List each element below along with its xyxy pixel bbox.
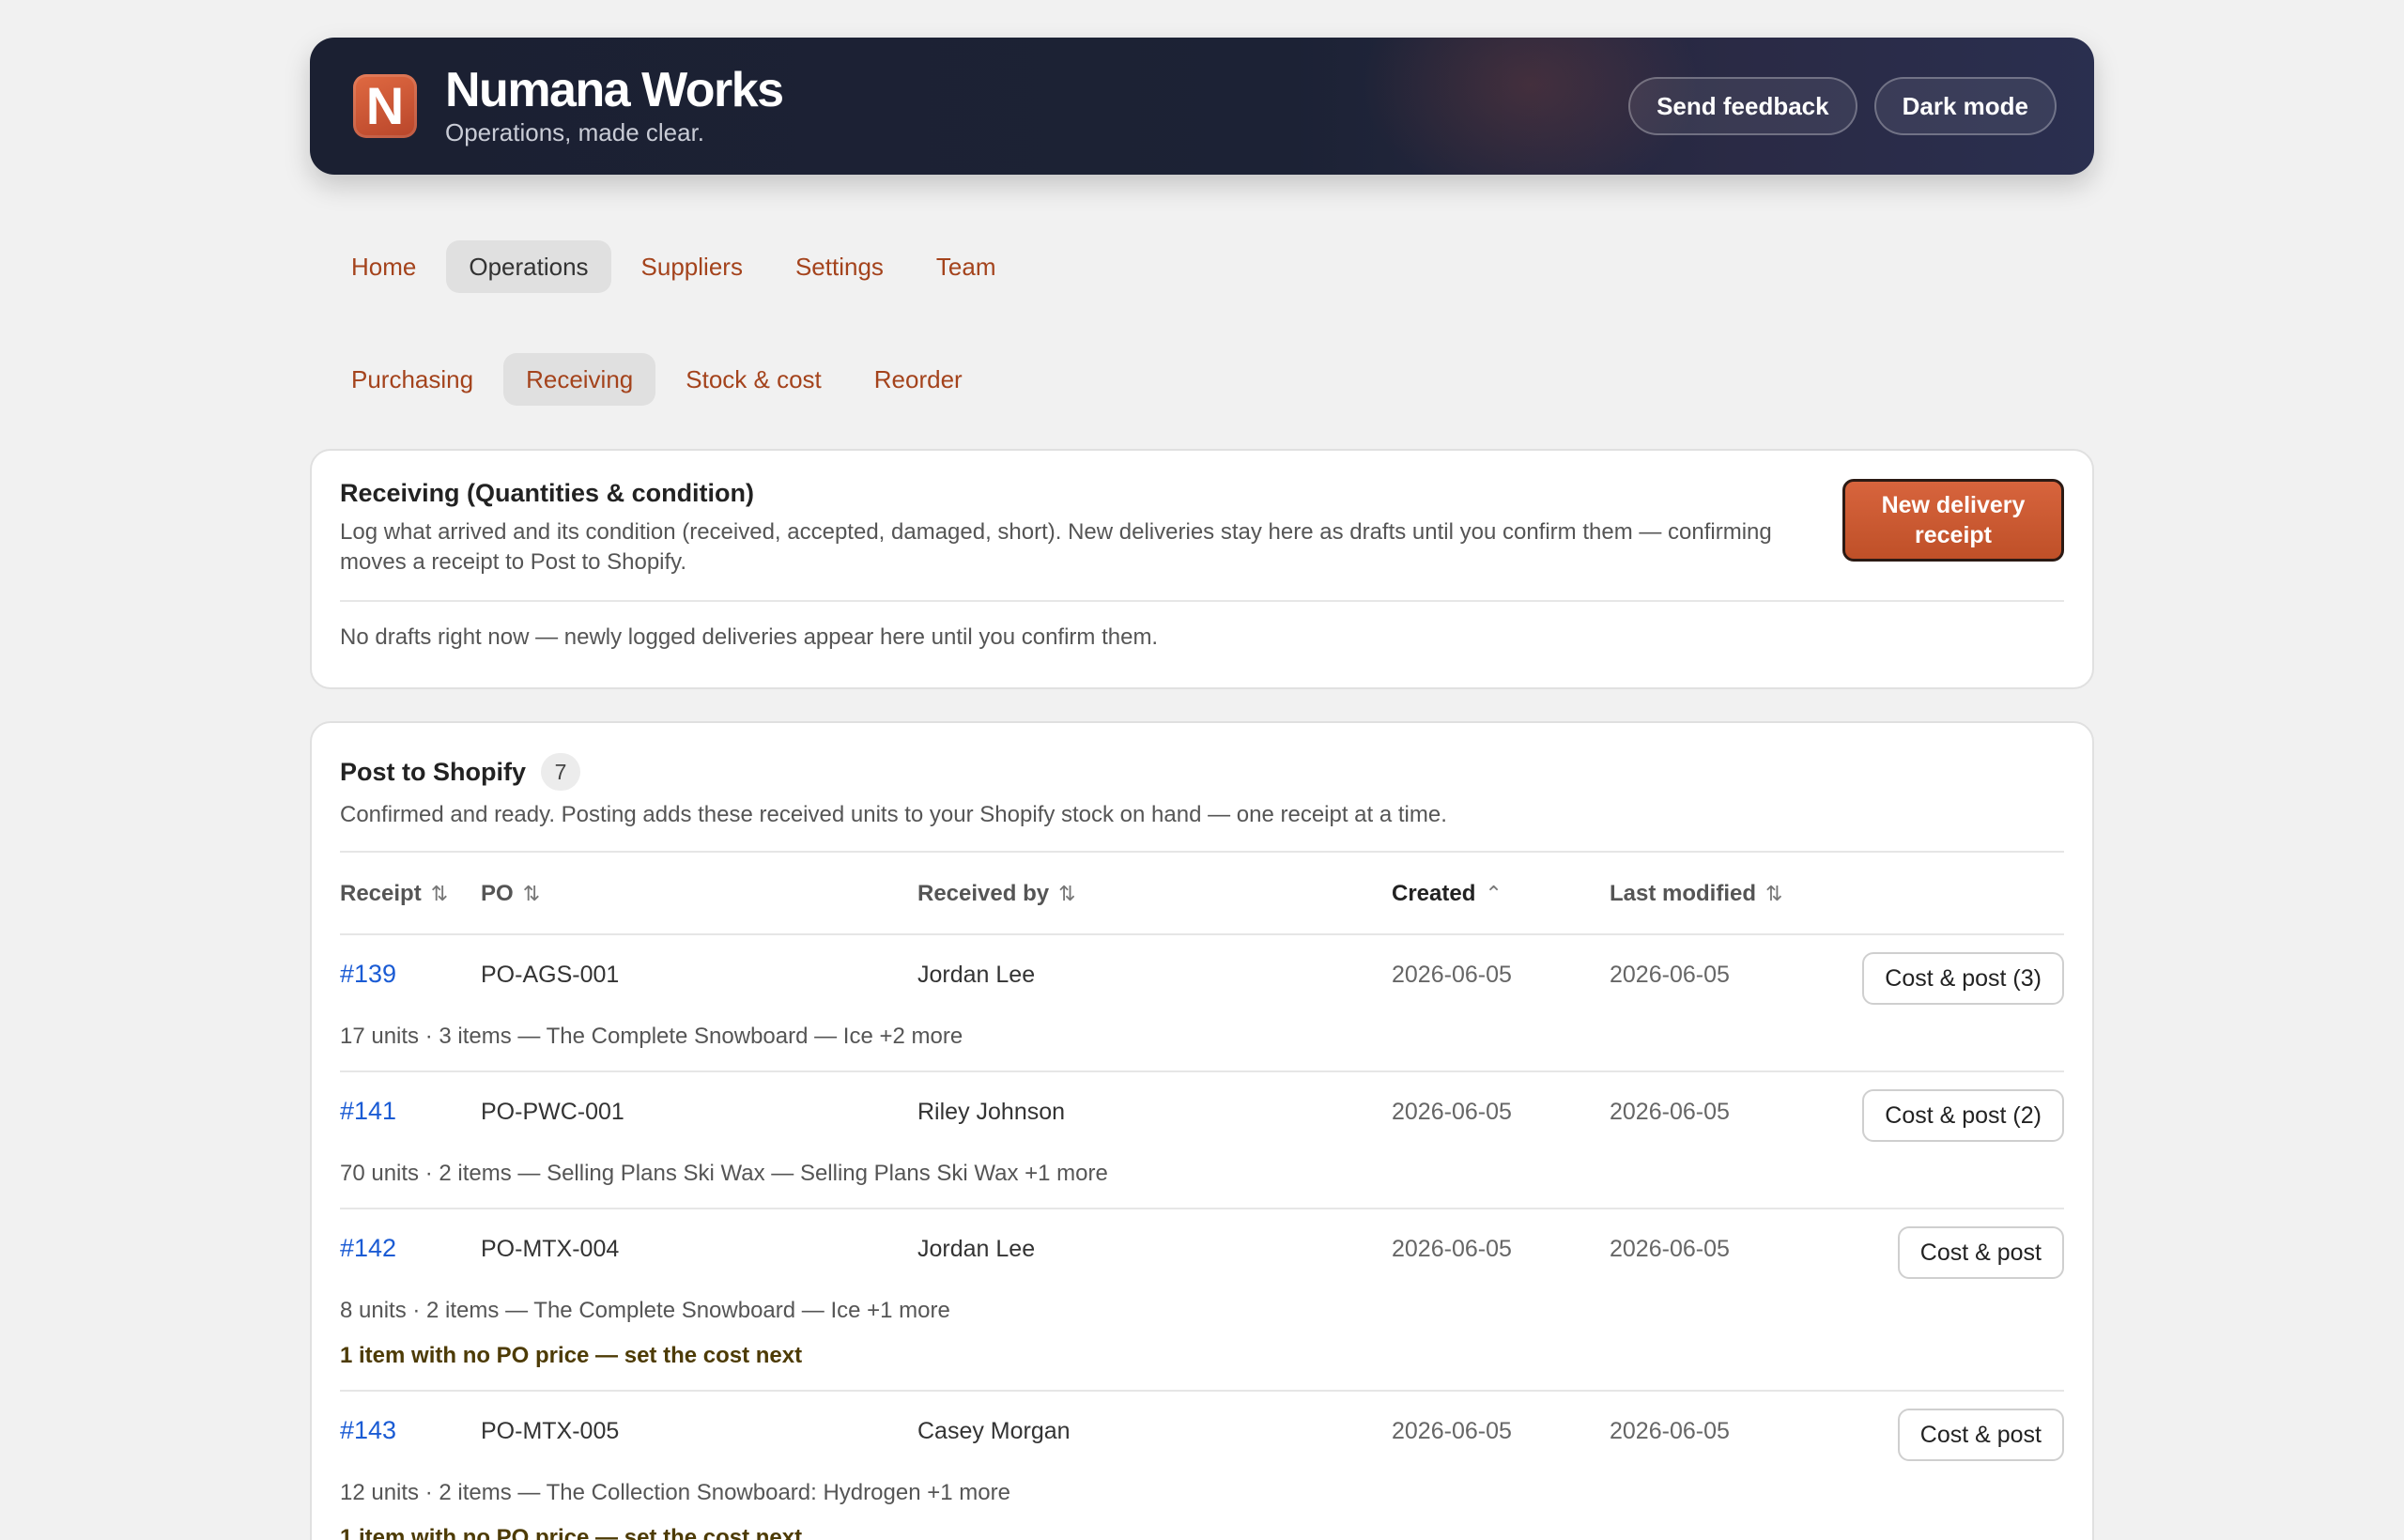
receiving-title: Receiving (Quantities & condition)	[340, 479, 755, 507]
nav-team[interactable]: Team	[914, 240, 1019, 293]
cost-post-button[interactable]: Cost & post (2)	[1862, 1089, 2064, 1142]
brand: Numana Works Operations, made clear.	[445, 63, 784, 147]
modified-date: 2026-06-05	[1610, 962, 1730, 988]
created-date: 2026-06-05	[1392, 1418, 1512, 1444]
post-to-shopify-card: Post to Shopify 7 Confirmed and ready. P…	[310, 721, 2094, 1540]
subnav-purchasing[interactable]: Purchasing	[329, 353, 496, 406]
receiving-description: Log what arrived and its condition (rece…	[340, 519, 1772, 575]
sort-updown-icon: ⇅	[522, 882, 541, 905]
po-number: PO-MTX-005	[481, 1418, 620, 1444]
missing-cost-warning: 1 item with no PO price — set the cost n…	[340, 1525, 803, 1540]
nav-home[interactable]: Home	[329, 240, 439, 293]
table-header: Receipt ⇅ PO ⇅ Received by ⇅ Created ⌃ L…	[340, 853, 2064, 935]
cost-post-button[interactable]: Cost & post (3)	[1862, 952, 2064, 1005]
receipt-link[interactable]: #139	[340, 960, 396, 989]
received-by: Casey Morgan	[917, 1418, 1071, 1444]
cost-post-button[interactable]: Cost & post	[1897, 1226, 2064, 1279]
created-date: 2026-06-05	[1392, 1099, 1512, 1125]
receiving-card: Receiving (Quantities & condition) Log w…	[310, 449, 2094, 689]
subnav-reorder[interactable]: Reorder	[852, 353, 985, 406]
post-title: Post to Shopify	[340, 757, 526, 786]
app-name: Numana Works	[445, 63, 784, 118]
row-summary: 70 units · 2 items — Selling Plans Ski W…	[340, 1161, 1108, 1186]
col-po-header[interactable]: PO ⇅	[481, 881, 540, 907]
nav-operations[interactable]: Operations	[446, 240, 611, 293]
receipt-link[interactable]: #143	[340, 1416, 396, 1445]
count-badge: 7	[541, 753, 580, 791]
sort-asc-icon: ⌃	[1485, 882, 1502, 905]
received-by: Riley Johnson	[917, 1099, 1066, 1125]
created-date: 2026-06-05	[1392, 1236, 1512, 1262]
po-number: PO-AGS-001	[481, 962, 620, 988]
row-summary: 12 units · 2 items — The Collection Snow…	[340, 1480, 1010, 1505]
table-row: #141 PO-PWC-001 Riley Johnson 2026-06-05…	[340, 1072, 2064, 1209]
col-created-header[interactable]: Created ⌃	[1392, 881, 1502, 907]
send-feedback-button[interactable]: Send feedback	[1628, 77, 1857, 135]
receipt-link[interactable]: #142	[340, 1234, 396, 1263]
app-header: N Numana Works Operations, made clear. S…	[310, 38, 2094, 175]
po-number: PO-PWC-001	[481, 1099, 624, 1125]
col-receipt-label: Receipt	[340, 881, 422, 906]
app-container: N Numana Works Operations, made clear. S…	[310, 38, 2094, 1540]
sub-nav: Purchasing Receiving Stock & cost Reorde…	[310, 353, 2094, 406]
app-tagline: Operations, made clear.	[445, 117, 705, 146]
post-description: Confirmed and ready. Posting adds these …	[340, 802, 1447, 827]
col-last-modified-label: Last modified	[1610, 881, 1757, 906]
sort-updown-icon: ⇅	[1765, 882, 1783, 905]
col-received-by-header[interactable]: Received by ⇅	[917, 881, 1076, 907]
header-actions: Send feedback Dark mode	[1628, 77, 2057, 135]
nav-suppliers[interactable]: Suppliers	[619, 240, 765, 293]
table-row: #143 PO-MTX-005 Casey Morgan 2026-06-05 …	[340, 1392, 2064, 1540]
app-logo: N	[353, 74, 417, 138]
dark-mode-button[interactable]: Dark mode	[1873, 77, 2057, 135]
col-po-label: PO	[481, 881, 514, 906]
sort-updown-icon: ⇅	[1058, 882, 1076, 905]
modified-date: 2026-06-05	[1610, 1236, 1730, 1262]
modified-date: 2026-06-05	[1610, 1099, 1730, 1125]
cost-post-button[interactable]: Cost & post	[1897, 1409, 2064, 1461]
col-received-by-label: Received by	[917, 881, 1050, 906]
receipt-link[interactable]: #141	[340, 1097, 396, 1126]
subnav-receiving[interactable]: Receiving	[503, 353, 656, 406]
created-date: 2026-06-05	[1392, 962, 1512, 988]
modified-date: 2026-06-05	[1610, 1418, 1730, 1444]
received-by: Jordan Lee	[917, 1236, 1036, 1262]
row-summary: 8 units · 2 items — The Complete Snowboa…	[340, 1298, 950, 1323]
main-nav: Home Operations Suppliers Settings Team	[310, 240, 2094, 293]
table-row: #139 PO-AGS-001 Jordan Lee 2026-06-05 20…	[340, 935, 2064, 1072]
missing-cost-warning: 1 item with no PO price — set the cost n…	[340, 1343, 803, 1368]
post-header: Post to Shopify 7	[340, 753, 2064, 791]
po-number: PO-MTX-004	[481, 1236, 620, 1262]
row-summary: 17 units · 3 items — The Complete Snowbo…	[340, 1024, 963, 1049]
col-receipt-header[interactable]: Receipt ⇅	[340, 881, 448, 907]
table-row: #142 PO-MTX-004 Jordan Lee 2026-06-05 20…	[340, 1209, 2064, 1392]
new-delivery-receipt-button[interactable]: New delivery receipt	[1842, 479, 2064, 562]
received-by: Jordan Lee	[917, 962, 1036, 988]
col-last-modified-header[interactable]: Last modified ⇅	[1610, 881, 1782, 907]
sort-updown-icon: ⇅	[430, 882, 449, 905]
drafts-empty-message: No drafts right now — newly logged deliv…	[340, 624, 1159, 650]
subnav-stock-cost[interactable]: Stock & cost	[663, 353, 844, 406]
col-created-label: Created	[1392, 881, 1476, 906]
nav-settings[interactable]: Settings	[773, 240, 906, 293]
divider	[340, 600, 2064, 602]
